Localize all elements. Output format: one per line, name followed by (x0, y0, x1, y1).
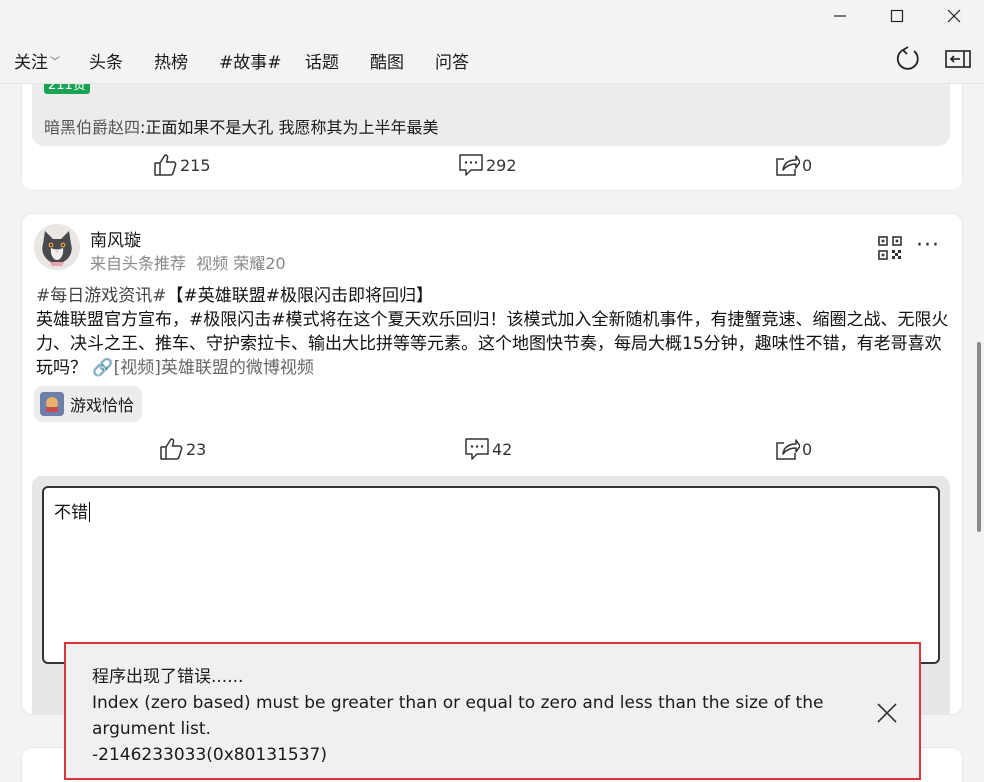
maximize-button[interactable] (869, 0, 925, 32)
error-notification: 程序出现了错误...... Index (zero based) must be… (64, 642, 921, 780)
share-button[interactable]: 0 (774, 152, 812, 178)
error-text: 程序出现了错误...... Index (zero based) must be… (92, 664, 832, 768)
like-button[interactable]: 215 (152, 152, 211, 178)
post-actions: 215 292 0 (22, 152, 962, 182)
minimize-button[interactable] (812, 0, 868, 32)
maximize-icon (890, 9, 904, 23)
group-chip[interactable]: 游戏恰恰 (34, 386, 143, 422)
post-device: 视频 荣耀20 (196, 254, 286, 273)
hot-comment[interactable]: 211赞 暗黑伯爵赵四:正面如果不是大孔 我愿称其为上半年最美 (32, 84, 950, 146)
share-icon (776, 155, 800, 176)
comment-icon (459, 154, 483, 176)
post-card: 南风璇 来自头条推荐 视频 荣耀20 ··· #每日游戏资讯#【#英雄联盟#极限… (22, 214, 962, 714)
post-source: 来自头条推荐 (90, 254, 187, 273)
group-name: 游戏恰恰 (70, 396, 135, 415)
tab-topics[interactable]: 话题 (305, 48, 339, 73)
error-message: Index (zero based) must be greater than … (92, 693, 824, 739)
tab-follow[interactable]: 关注 ﹀ (14, 48, 60, 73)
comment-button[interactable]: 42 (464, 436, 512, 462)
like-count: 215 (180, 155, 211, 175)
tab-headlines[interactable]: 头条 (89, 48, 123, 73)
comment-button[interactable]: 292 (458, 152, 517, 178)
share-count: 0 (802, 439, 813, 459)
minimize-icon (834, 15, 846, 17)
link-icon: 🔗 (92, 358, 114, 378)
tab-pictures[interactable]: 酷图 (370, 48, 404, 73)
close-window-button[interactable] (926, 0, 982, 32)
tab-qa[interactable]: 问答 (435, 48, 469, 73)
text-caret (89, 502, 90, 522)
scrollbar[interactable] (977, 84, 982, 782)
hot-comment-text: 暗黑伯爵赵四:正面如果不是大孔 我愿称其为上半年最美 (44, 118, 439, 137)
video-link[interactable]: 🔗[视频]英雄联盟的微博视频 (92, 358, 313, 378)
error-title: 程序出现了错误...... (92, 667, 244, 687)
comment-count: 292 (486, 155, 517, 175)
post-text: #每日游戏资讯#【#英雄联盟#极限闪击即将回归】 英雄联盟官方宣布，#极限闪击#… (36, 286, 949, 378)
share-count: 0 (802, 155, 813, 175)
comment-icon (465, 438, 489, 460)
hashtag-link[interactable]: #每日游戏资讯# (36, 286, 167, 306)
tab-story[interactable]: #故事# (219, 48, 282, 73)
reply-input[interactable]: 不错 (42, 486, 940, 664)
thumbs-up-icon (154, 154, 177, 176)
tab-hot[interactable]: 热榜 (154, 48, 188, 73)
like-button[interactable]: 23 (158, 436, 206, 462)
author-name[interactable]: 南风璇 (90, 226, 141, 251)
comment-count: 42 (492, 439, 513, 459)
chevron-down-icon: ﹀ (50, 57, 60, 68)
thumbs-up-icon (160, 438, 183, 460)
scrollbar-thumb[interactable] (977, 342, 981, 532)
like-count: 23 (186, 439, 207, 459)
qr-code-icon[interactable] (878, 236, 902, 260)
share-button[interactable]: 0 (774, 436, 812, 462)
nav-bar: 关注 ﹀ 头条 热榜 #故事# 话题 酷图 问答 (0, 32, 984, 84)
avatar[interactable] (34, 224, 80, 270)
close-icon (947, 9, 961, 23)
post-meta: 来自头条推荐 视频 荣耀20 (90, 250, 286, 274)
title-bar (0, 0, 984, 32)
like-count-badge: 211赞 (44, 84, 90, 94)
collapse-panel-icon[interactable] (945, 50, 971, 68)
cat-avatar-image (34, 224, 80, 270)
post-actions: 23 42 0 (22, 436, 962, 466)
group-thumbnail (40, 392, 64, 416)
share-icon (776, 439, 800, 460)
close-icon[interactable] (874, 700, 900, 726)
comment-author[interactable]: 暗黑伯爵赵四 (44, 118, 140, 137)
refresh-icon[interactable] (894, 45, 922, 73)
more-options-icon[interactable]: ··· (916, 234, 940, 258)
error-code: -2146233033(0x80131537) (92, 745, 327, 765)
post-card: 211赞 暗黑伯爵赵四:正面如果不是大孔 我愿称其为上半年最美 215 292 … (22, 84, 962, 190)
